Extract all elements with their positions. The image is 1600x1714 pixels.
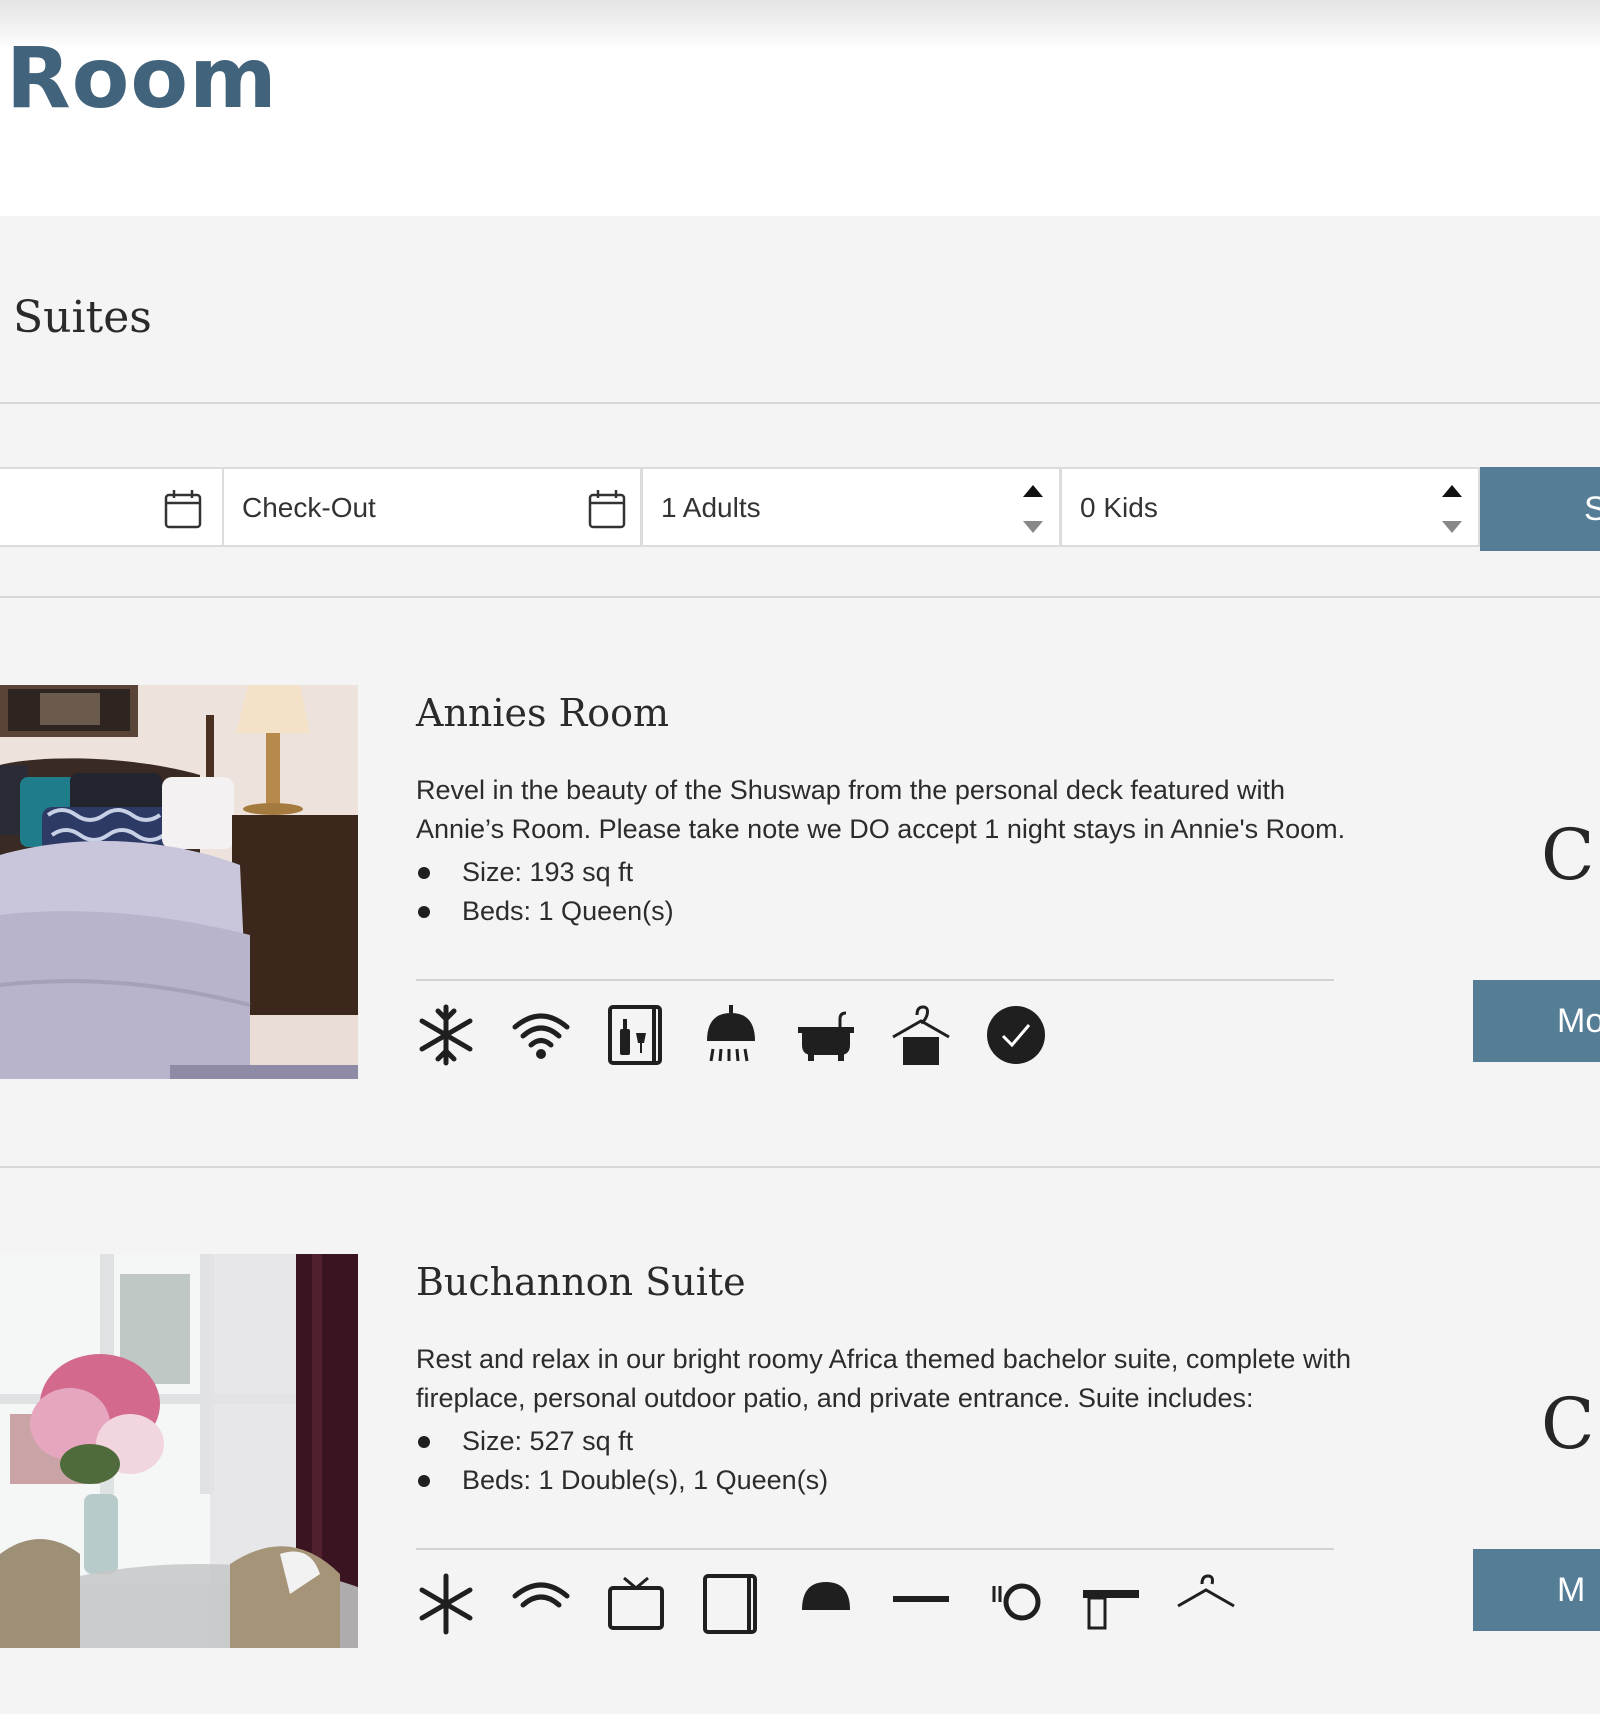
checkin-field[interactable] [0, 467, 224, 547]
stepper-arrows-icon[interactable] [1440, 483, 1464, 535]
room-name[interactable]: Annies Room [416, 691, 669, 737]
room-beds: Beds: 1 Queen(s) [416, 892, 1316, 931]
bathtub-icon [798, 1011, 854, 1061]
adults-stepper[interactable]: 1 Adults [641, 467, 1061, 547]
divider [0, 402, 1600, 404]
shower-icon [802, 1582, 850, 1610]
room-description: Revel in the beauty of the Shuswap from … [416, 775, 1346, 844]
stepper-arrows-icon[interactable] [1021, 483, 1045, 535]
booking-bar: Check-Out 1 Adults 0 Kids S [0, 467, 1600, 551]
room-card: Buchannon Suite Rest and relax in our br… [0, 1254, 1600, 1714]
room-beds: Beds: 1 Double(s), 1 Queen(s) [416, 1461, 1316, 1500]
desk-icon [1083, 1590, 1139, 1630]
divider [0, 596, 1600, 598]
wifi-icon [512, 1582, 570, 1608]
towel-hanger-icon [892, 1005, 950, 1065]
section-title: Suites [13, 292, 152, 343]
shower-icon [707, 1005, 755, 1062]
bathtub-icon [893, 1596, 949, 1602]
kids-stepper[interactable]: 0 Kids [1060, 467, 1480, 547]
more-info-button[interactable]: M [1473, 1549, 1600, 1631]
more-info-button[interactable]: Mo [1473, 980, 1600, 1062]
tv-icon [608, 1576, 664, 1630]
divider [0, 1166, 1600, 1168]
divider [416, 979, 1334, 981]
room-description: Rest and relax in our bright roomy Afric… [416, 1344, 1351, 1413]
checkout-label: Check-Out [242, 492, 376, 523]
towel-hanger-icon [1177, 1574, 1235, 1608]
search-button[interactable]: S [1480, 467, 1600, 551]
room-name[interactable]: Buchannon Suite [416, 1260, 746, 1306]
snowflake-icon [419, 1004, 473, 1066]
room-photo[interactable] [0, 685, 358, 1079]
check-circle-icon [987, 1006, 1045, 1064]
dining-icon [992, 1583, 1041, 1621]
checkout-field[interactable]: Check-Out [222, 467, 642, 547]
minibar-icon [703, 1574, 757, 1634]
room-price: CS [1541, 814, 1600, 896]
room-card: Annies Room Revel in the beauty of the S… [0, 685, 1600, 1145]
calendar-icon[interactable] [588, 489, 626, 529]
wifi-icon [512, 1013, 570, 1059]
room-features: Size: 527 sq ft Beds: 1 Double(s), 1 Que… [416, 1422, 1316, 1500]
adults-value: 1 Adults [661, 492, 761, 523]
room-size: Size: 527 sq ft [416, 1422, 1316, 1461]
room-price: CS [1541, 1383, 1600, 1465]
minibar-icon [608, 1005, 662, 1065]
room-size: Size: 193 sq ft [416, 853, 1316, 892]
room-features: Size: 193 sq ft Beds: 1 Queen(s) [416, 853, 1316, 931]
room-photo[interactable] [0, 1254, 358, 1648]
page-title: Room [6, 29, 278, 127]
kids-value: 0 Kids [1080, 492, 1158, 523]
calendar-icon[interactable] [164, 489, 202, 529]
divider [416, 1548, 1334, 1550]
snowflake-icon [419, 1573, 473, 1635]
